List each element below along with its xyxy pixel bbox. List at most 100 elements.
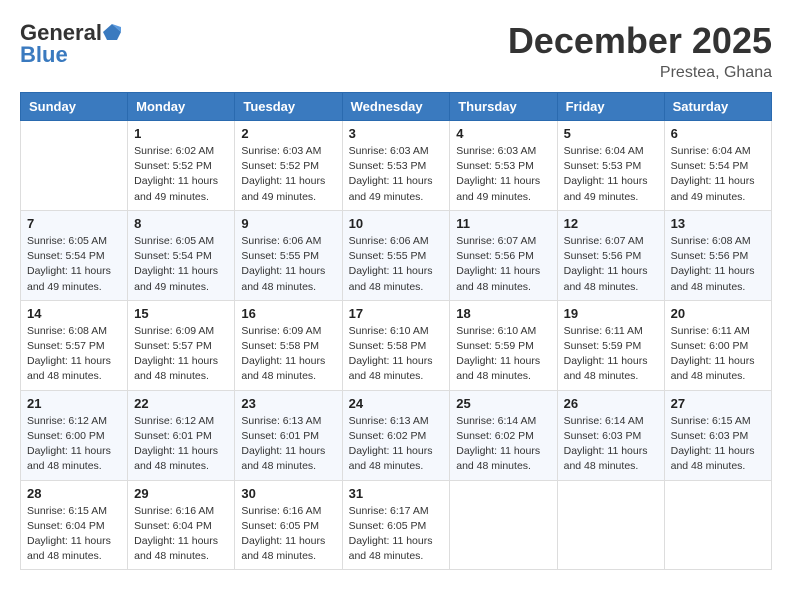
day-info: Sunrise: 6:07 AMSunset: 5:56 PMDaylight:…	[456, 234, 550, 295]
day-info: Sunrise: 6:03 AMSunset: 5:52 PMDaylight:…	[241, 144, 335, 205]
day-info: Sunrise: 6:03 AMSunset: 5:53 PMDaylight:…	[349, 144, 444, 205]
calendar-cell: 20Sunrise: 6:11 AMSunset: 6:00 PMDayligh…	[664, 300, 771, 390]
day-number: 27	[671, 396, 765, 411]
calendar-week-2: 7 Sunrise: 6:05 AMSunset: 5:54 PMDaylight…	[21, 210, 772, 300]
day-info: Sunrise: 6:12 AMSunset: 6:00 PMDaylight:…	[27, 414, 121, 475]
weekday-header-friday: Friday	[557, 93, 664, 121]
logo-bird-icon	[103, 23, 121, 41]
day-number: 15	[134, 306, 228, 321]
day-info: Sunrise: 6:11 AMSunset: 5:59 PMDaylight:…	[564, 324, 658, 385]
day-info: Sunrise: 6:13 AMSunset: 6:02 PMDaylight:…	[349, 414, 444, 475]
day-number: 7	[27, 216, 121, 231]
calendar-cell	[664, 480, 771, 570]
calendar-cell	[21, 121, 128, 211]
weekday-header-wednesday: Wednesday	[342, 93, 450, 121]
calendar-cell: 2 Sunrise: 6:03 AMSunset: 5:52 PMDaylight…	[235, 121, 342, 211]
day-info: Sunrise: 6:15 AMSunset: 6:03 PMDaylight:…	[671, 414, 765, 475]
calendar-week-3: 14 Sunrise: 6:08 AMSunset: 5:57 PMDayligh…	[21, 300, 772, 390]
day-number: 19	[564, 306, 658, 321]
day-info: Sunrise: 6:12 AMSunset: 6:01 PMDaylight:…	[134, 414, 228, 475]
day-info: Sunrise: 6:10 AMSunset: 5:58 PMDaylight:…	[349, 324, 444, 385]
calendar-cell: 29 Sunrise: 6:16 AMSunset: 6:04 PMDayligh…	[128, 480, 235, 570]
day-info: Sunrise: 6:09 AMSunset: 5:57 PMDaylight:…	[134, 324, 228, 385]
day-number: 10	[349, 216, 444, 231]
calendar-cell: 9 Sunrise: 6:06 AMSunset: 5:55 PMDaylight…	[235, 210, 342, 300]
calendar-cell: 31 Sunrise: 6:17 AMSunset: 6:05 PMDayligh…	[342, 480, 450, 570]
day-number: 13	[671, 216, 765, 231]
calendar-cell: 27 Sunrise: 6:15 AMSunset: 6:03 PMDayligh…	[664, 390, 771, 480]
calendar-cell: 3 Sunrise: 6:03 AMSunset: 5:53 PMDaylight…	[342, 121, 450, 211]
month-title: December 2025	[508, 20, 772, 62]
day-number: 6	[671, 126, 765, 141]
day-info: Sunrise: 6:17 AMSunset: 6:05 PMDaylight:…	[349, 504, 444, 565]
day-number: 9	[241, 216, 335, 231]
calendar-week-4: 21 Sunrise: 6:12 AMSunset: 6:00 PMDayligh…	[21, 390, 772, 480]
page-header: General Blue December 2025 Prestea, Ghan…	[20, 20, 772, 82]
location: Prestea, Ghana	[508, 64, 772, 82]
calendar-cell: 24Sunrise: 6:13 AMSunset: 6:02 PMDayligh…	[342, 390, 450, 480]
day-number: 11	[456, 216, 550, 231]
day-info: Sunrise: 6:08 AMSunset: 5:56 PMDaylight:…	[671, 234, 765, 295]
day-number: 30	[241, 486, 335, 501]
day-info: Sunrise: 6:02 AMSunset: 5:52 PMDaylight:…	[134, 144, 228, 205]
day-number: 16	[241, 306, 335, 321]
calendar-cell: 30 Sunrise: 6:16 AMSunset: 6:05 PMDayligh…	[235, 480, 342, 570]
day-info: Sunrise: 6:11 AMSunset: 6:00 PMDaylight:…	[671, 324, 765, 385]
day-number: 26	[564, 396, 658, 411]
day-number: 5	[564, 126, 658, 141]
calendar-cell: 11 Sunrise: 6:07 AMSunset: 5:56 PMDayligh…	[450, 210, 557, 300]
logo: General Blue	[20, 20, 121, 68]
day-info: Sunrise: 6:08 AMSunset: 5:57 PMDaylight:…	[27, 324, 121, 385]
day-number: 25	[456, 396, 550, 411]
calendar-cell: 23Sunrise: 6:13 AMSunset: 6:01 PMDayligh…	[235, 390, 342, 480]
day-number: 23	[241, 396, 335, 411]
calendar-cell: 6Sunrise: 6:04 AMSunset: 5:54 PMDaylight…	[664, 121, 771, 211]
calendar-cell: 25 Sunrise: 6:14 AMSunset: 6:02 PMDayligh…	[450, 390, 557, 480]
day-number: 21	[27, 396, 121, 411]
day-number: 29	[134, 486, 228, 501]
weekday-header-saturday: Saturday	[664, 93, 771, 121]
day-number: 28	[27, 486, 121, 501]
calendar-cell: 21 Sunrise: 6:12 AMSunset: 6:00 PMDayligh…	[21, 390, 128, 480]
calendar-cell: 8 Sunrise: 6:05 AMSunset: 5:54 PMDaylight…	[128, 210, 235, 300]
day-info: Sunrise: 6:05 AMSunset: 5:54 PMDaylight:…	[134, 234, 228, 295]
day-number: 17	[349, 306, 444, 321]
day-number: 12	[564, 216, 658, 231]
day-number: 3	[349, 126, 444, 141]
day-info: Sunrise: 6:09 AMSunset: 5:58 PMDaylight:…	[241, 324, 335, 385]
calendar-cell: 12Sunrise: 6:07 AMSunset: 5:56 PMDayligh…	[557, 210, 664, 300]
day-number: 22	[134, 396, 228, 411]
calendar-cell: 7Sunrise: 6:05 AMSunset: 5:54 PMDaylight…	[21, 210, 128, 300]
day-info: Sunrise: 6:16 AMSunset: 6:04 PMDaylight:…	[134, 504, 228, 565]
calendar-cell	[450, 480, 557, 570]
calendar-cell: 15 Sunrise: 6:09 AMSunset: 5:57 PMDayligh…	[128, 300, 235, 390]
calendar-cell: 5 Sunrise: 6:04 AMSunset: 5:53 PMDaylight…	[557, 121, 664, 211]
weekday-header-thursday: Thursday	[450, 93, 557, 121]
calendar-cell: 4Sunrise: 6:03 AMSunset: 5:53 PMDaylight…	[450, 121, 557, 211]
day-info: Sunrise: 6:10 AMSunset: 5:59 PMDaylight:…	[456, 324, 550, 385]
day-info: Sunrise: 6:15 AMSunset: 6:04 PMDaylight:…	[27, 504, 121, 565]
day-info: Sunrise: 6:16 AMSunset: 6:05 PMDaylight:…	[241, 504, 335, 565]
day-info: Sunrise: 6:06 AMSunset: 5:55 PMDaylight:…	[241, 234, 335, 295]
calendar-cell: 17 Sunrise: 6:10 AMSunset: 5:58 PMDayligh…	[342, 300, 450, 390]
day-number: 14	[27, 306, 121, 321]
calendar-table: SundayMondayTuesdayWednesdayThursdayFrid…	[20, 92, 772, 570]
calendar-cell: 10 Sunrise: 6:06 AMSunset: 5:55 PMDayligh…	[342, 210, 450, 300]
weekday-header-monday: Monday	[128, 93, 235, 121]
day-number: 31	[349, 486, 444, 501]
calendar-week-5: 28 Sunrise: 6:15 AMSunset: 6:04 PMDayligh…	[21, 480, 772, 570]
calendar-cell: 26Sunrise: 6:14 AMSunset: 6:03 PMDayligh…	[557, 390, 664, 480]
day-number: 8	[134, 216, 228, 231]
day-info: Sunrise: 6:14 AMSunset: 6:02 PMDaylight:…	[456, 414, 550, 475]
calendar-cell: 1 Sunrise: 6:02 AMSunset: 5:52 PMDaylight…	[128, 121, 235, 211]
calendar-cell: 28 Sunrise: 6:15 AMSunset: 6:04 PMDayligh…	[21, 480, 128, 570]
day-info: Sunrise: 6:04 AMSunset: 5:53 PMDaylight:…	[564, 144, 658, 205]
day-number: 2	[241, 126, 335, 141]
calendar-cell: 14 Sunrise: 6:08 AMSunset: 5:57 PMDayligh…	[21, 300, 128, 390]
day-number: 1	[134, 126, 228, 141]
calendar-cell: 16 Sunrise: 6:09 AMSunset: 5:58 PMDayligh…	[235, 300, 342, 390]
day-info: Sunrise: 6:06 AMSunset: 5:55 PMDaylight:…	[349, 234, 444, 295]
calendar-cell: 19 Sunrise: 6:11 AMSunset: 5:59 PMDayligh…	[557, 300, 664, 390]
title-section: December 2025 Prestea, Ghana	[508, 20, 772, 82]
calendar-header-row: SundayMondayTuesdayWednesdayThursdayFrid…	[21, 93, 772, 121]
